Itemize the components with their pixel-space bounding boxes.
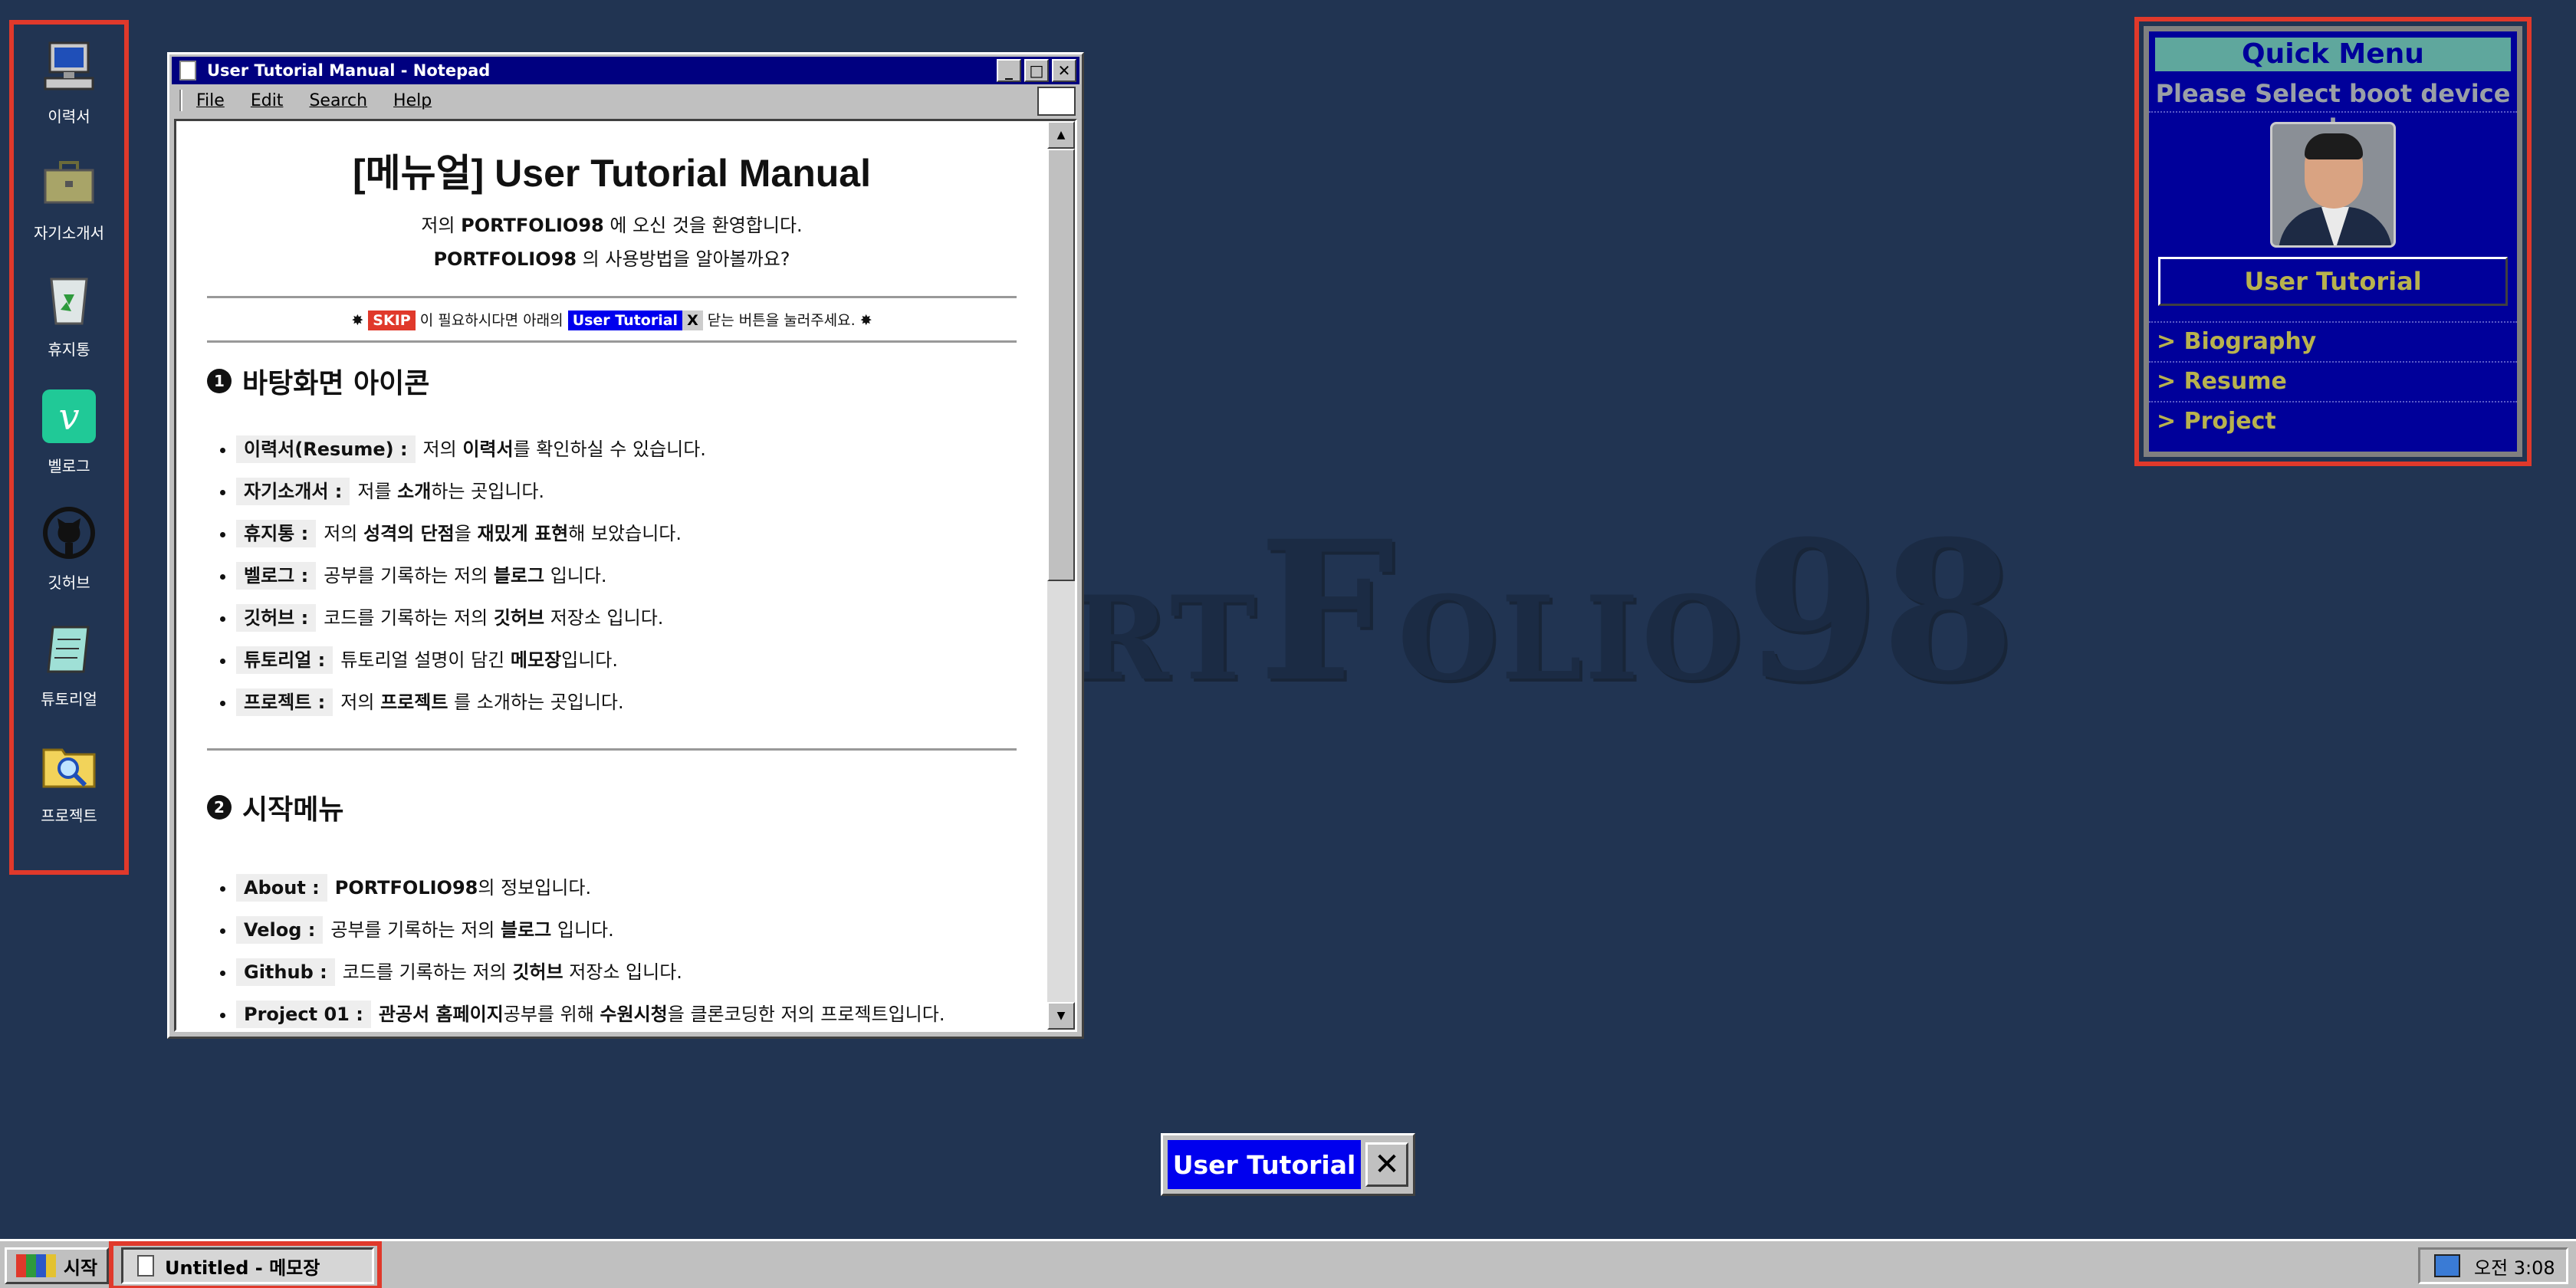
maximize-button[interactable]: □ (1024, 59, 1049, 82)
desktop-icons-list: 이력서(Resume) :저의 이력서를 확인하실 수 있습니다. 자기소개서 … (207, 429, 1017, 724)
taskbar: 시작 Untitled - 메모장 오전 3:08 (0, 1239, 2576, 1288)
recycle-bin-icon (50, 278, 88, 325)
skip-notice: ✸ SKIP 이 필요하시다면 아래의 User Tutorial X 닫는 버튼… (207, 298, 1017, 343)
x-badge: X (682, 310, 703, 330)
desktop-icon-column: 이력서 자기소개서 휴지통 v 벨로그 깃허브 튜토리얼 프로젝트 (9, 20, 129, 875)
taskbar-task-notepad[interactable]: Untitled - 메모장 (121, 1247, 374, 1284)
computer-icon (44, 41, 94, 90)
list-item: 프로젝트 :저의 프로젝트 를 소개하는 곳입니다. (236, 682, 1017, 724)
quick-link-resume[interactable]: > Resume (2149, 361, 2517, 401)
section-start-menu-title: 2 시작메뉴 (207, 787, 1017, 827)
minimize-button[interactable]: _ (997, 59, 1021, 82)
divider (207, 748, 1017, 751)
windows-logo-icon (15, 1254, 56, 1277)
github-icon (43, 507, 95, 559)
document-area[interactable]: [메뉴얼] User Tutorial Manual 저의 PORTFOLIO9… (174, 119, 1077, 1032)
boot-prompt: Please Select boot device : (2149, 79, 2517, 137)
scroll-down-button[interactable]: ▼ (1047, 1002, 1075, 1030)
list-item: 튜토리얼 :튜토리얼 설명이 담긴 메모장입니다. (236, 639, 1017, 682)
doc-intro: 저의 PORTFOLIO98 에 오신 것을 환영합니다. PORTFOLIO9… (421, 215, 803, 270)
list-item: 자기소개서 :저를 소개하는 곳입니다. (236, 471, 1017, 513)
notepad-window[interactable]: User Tutorial Manual - Notepad _ □ ✕ Fil… (167, 52, 1084, 1039)
desktop-icon-intro[interactable]: 자기소개서 (14, 141, 124, 256)
user-tutorial-button[interactable]: User Tutorial (2158, 257, 2508, 306)
svg-text:v: v (58, 396, 79, 439)
quick-menu: Quick Menu Please Select boot device : U… (2144, 26, 2522, 457)
desktop-icon-tutorial[interactable]: 튜토리얼 (14, 607, 124, 722)
desktop-watermark: RTFOLIO98 (1073, 498, 2019, 724)
quick-menu-highlight: Quick Menu Please Select boot device : U… (2134, 17, 2532, 466)
user-tutorial-badge: User Tutorial (567, 310, 683, 330)
window-title: User Tutorial Manual - Notepad (207, 61, 491, 80)
menu-bar: File Edit Search Help (172, 87, 1079, 116)
doc-heading: [메뉴얼] User Tutorial Manual (352, 152, 871, 195)
list-item: 휴지통 :저의 성격의 단점을 재밌게 표현해 보았습니다. (236, 513, 1017, 555)
system-tray: 오전 3:08 (2418, 1247, 2568, 1284)
document-content: [메뉴얼] User Tutorial Manual 저의 PORTFOLIO9… (176, 121, 1047, 1030)
list-item: 벨로그 :공부를 기록하는 저의 블로그 입니다. (236, 555, 1017, 597)
list-item: About :PORTFOLIO98의 정보입니다. (236, 867, 1017, 909)
notepad-icon (47, 626, 90, 673)
profile-photo (2270, 122, 2396, 248)
open-tutorial-button[interactable]: User Tutorial (1168, 1140, 1361, 1189)
skip-badge: SKIP (368, 310, 416, 330)
folder-search-icon (42, 748, 96, 788)
velog-icon: v (42, 389, 96, 443)
menu-file[interactable]: File (196, 91, 225, 110)
list-item: Project 01 :관공서 홈페이지공부를 위해 수원시청을 클론코딩한 저… (236, 994, 1017, 1030)
floating-tutorial-bar: User Tutorial ✕ (1161, 1133, 1415, 1196)
desktop-icon-velog[interactable]: v 벨로그 (14, 374, 124, 489)
quick-link-biography[interactable]: > Biography (2149, 321, 2517, 361)
window-titlebar[interactable]: User Tutorial Manual - Notepad _ □ ✕ (172, 57, 1079, 84)
scroll-up-button[interactable]: ▲ (1047, 121, 1075, 149)
menu-grip (179, 90, 182, 111)
vertical-scrollbar[interactable]: ▲ ▼ (1047, 121, 1075, 1030)
section-desktop-icons-title: 1 바탕화면 아이콘 (207, 361, 1017, 401)
close-button[interactable]: ✕ (1052, 59, 1076, 82)
briefcase-icon (44, 161, 94, 204)
list-item: 깃허브 :코드를 기록하는 저의 깃허브 저장소 입니다. (236, 597, 1017, 639)
network-icon[interactable] (2434, 1254, 2460, 1277)
menu-search[interactable]: Search (309, 91, 367, 110)
quick-link-project[interactable]: > Project (2149, 401, 2517, 441)
list-item: 이력서(Resume) :저의 이력서를 확인하실 수 있습니다. (236, 429, 1017, 471)
start-menu-list: About :PORTFOLIO98의 정보입니다. Velog :공부를 기록… (207, 867, 1017, 1030)
close-tutorial-button[interactable]: ✕ (1365, 1142, 1408, 1187)
clock: 오전 3:08 (2474, 1257, 2555, 1279)
notepad-small-icon (179, 61, 196, 80)
list-item: Velog :공부를 기록하는 저의 블로그 입니다. (236, 909, 1017, 951)
menu-edit[interactable]: Edit (251, 91, 284, 110)
close-icon: ✕ (1374, 1147, 1400, 1182)
quick-menu-title: Quick Menu (2155, 38, 2511, 71)
windows-logo-icon (1037, 87, 1076, 116)
notepad-small-icon (137, 1255, 154, 1276)
desktop-icon-trash[interactable]: 휴지통 (14, 258, 124, 373)
start-button[interactable]: 시작 (5, 1247, 109, 1284)
list-item: Github :코드를 기록하는 저의 깃허브 저장소 입니다. (236, 951, 1017, 994)
desktop-icon-resume[interactable]: 이력서 (14, 25, 124, 140)
scroll-thumb[interactable] (1047, 149, 1075, 581)
menu-help[interactable]: Help (393, 91, 432, 110)
desktop-icon-project[interactable]: 프로젝트 (14, 724, 124, 839)
desktop-icon-github[interactable]: 깃허브 (14, 491, 124, 606)
